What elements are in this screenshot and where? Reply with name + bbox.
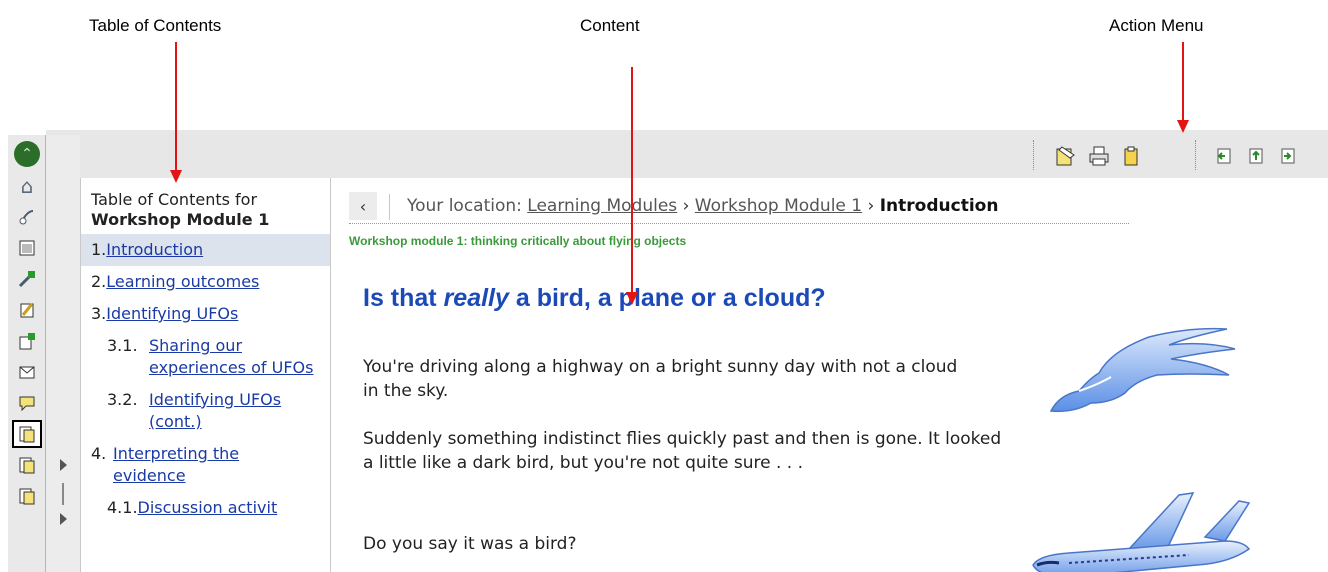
- toc-item-number: 4.1.: [107, 498, 138, 517]
- paragraph-1: You're driving along a highway on a brig…: [363, 357, 958, 401]
- heading-part: Is that: [363, 284, 444, 312]
- toc-item-number: 3.: [91, 304, 107, 323]
- breadcrumb-prefix: Your location:: [407, 196, 522, 216]
- toc-item-link[interactable]: Identifying UFOs: [106, 304, 238, 323]
- add-page-icon[interactable]: [12, 327, 42, 355]
- module-subtitle: Workshop module 1: thinking critically a…: [349, 234, 687, 248]
- toc-item-identifying-ufos-cont[interactable]: 3.2. Identifying UFOs (cont.): [81, 384, 330, 438]
- breadcrumb-learning-modules[interactable]: Learning Modules: [527, 196, 677, 216]
- toc-item-link[interactable]: Interpreting the evidence: [113, 443, 303, 487]
- breadcrumb-chevron-icon: ›: [867, 196, 875, 216]
- toc-item-link[interactable]: Introduction: [106, 240, 203, 259]
- toc-header-line1: Table of Contents for: [91, 190, 258, 209]
- chat-icon[interactable]: [12, 389, 42, 417]
- next-icon[interactable]: [1275, 143, 1301, 169]
- breadcrumb-workshop-module[interactable]: Workshop Module 1: [695, 196, 862, 216]
- toc-item-identifying-ufos[interactable]: 3.Identifying UFOs: [81, 298, 330, 330]
- expand-arrow-icon[interactable]: [60, 513, 67, 525]
- breadcrumb-current: Introduction: [879, 196, 999, 216]
- paragraph-3: Do you say it was a bird?: [363, 534, 577, 554]
- plane-illustration: [1032, 492, 1251, 572]
- toc-item-introduction[interactable]: 1.Introduction: [81, 234, 330, 266]
- action-menu-bar: [46, 130, 1328, 178]
- toc-item-number: 2.: [91, 272, 107, 291]
- heading-part: a bird, a plane or a cloud?: [508, 284, 826, 312]
- toc-item-sharing-experiences[interactable]: 3.1. Sharing our experiences of UFOs: [81, 330, 330, 384]
- satellite-icon[interactable]: [12, 203, 42, 231]
- notes-icon[interactable]: [1118, 143, 1144, 169]
- previous-icon[interactable]: [1211, 143, 1237, 169]
- toc-item-link[interactable]: Learning outcomes: [106, 272, 259, 291]
- toc-item-link[interactable]: Sharing our experiences of UFOs: [149, 335, 319, 379]
- heading-emphasis: really: [443, 284, 509, 312]
- home-icon[interactable]: ⌂: [12, 172, 42, 200]
- expand-arrow-icon[interactable]: [60, 459, 67, 471]
- edit-page-icon[interactable]: [1052, 143, 1078, 169]
- bird-illustration: [1049, 327, 1236, 413]
- up-icon[interactable]: [1243, 143, 1269, 169]
- toc-header: Table of Contents for Workshop Module 1: [81, 178, 330, 234]
- action-separator: [1195, 140, 1196, 170]
- table-of-contents: Table of Contents for Workshop Module 1 …: [80, 178, 330, 572]
- new-tool-icon[interactable]: [12, 265, 42, 293]
- content-panel: ‹ Your location: Learning Modules › Work…: [330, 178, 1328, 572]
- back-button[interactable]: ‹: [349, 192, 377, 220]
- breadcrumb-separator-line: [389, 194, 390, 220]
- page-heading: Is that really a bird, a plane or a clou…: [363, 284, 826, 313]
- more-pages-icon[interactable]: [12, 482, 42, 510]
- breadcrumb: ‹ Your location: Learning Modules › Work…: [349, 192, 1129, 224]
- toc-item-learning-outcomes[interactable]: 2.Learning outcomes: [81, 266, 330, 298]
- edit-icon[interactable]: [12, 296, 42, 324]
- collapse-icon[interactable]: ⌃: [14, 141, 40, 167]
- toc-item-number: 3.2.: [107, 390, 138, 409]
- chevron-left-icon: ‹: [359, 196, 367, 216]
- panel-splitter[interactable]: [46, 135, 80, 572]
- splitter-grip[interactable]: [62, 483, 64, 505]
- calendar-icon[interactable]: [12, 234, 42, 262]
- tool-icon-strip: ⌃ ⌂: [8, 135, 46, 572]
- toc-item-discussion-activity[interactable]: 4.1.Discussion activit: [81, 492, 330, 524]
- action-separator: [1033, 140, 1034, 170]
- toc-item-link[interactable]: Identifying UFOs (cont.): [149, 389, 319, 433]
- print-icon[interactable]: [1086, 143, 1112, 169]
- toc-item-link[interactable]: Discussion activit: [138, 498, 278, 517]
- mail-icon[interactable]: [12, 358, 42, 386]
- toc-module-title: Workshop Module 1: [91, 210, 270, 229]
- annotation-toc-label: Table of Contents: [89, 16, 222, 35]
- annotation-action-menu-label: Action Menu: [1109, 16, 1204, 35]
- toc-item-number: 4.: [91, 444, 107, 463]
- pages-icon[interactable]: [12, 451, 42, 479]
- breadcrumb-chevron-icon: ›: [682, 196, 690, 216]
- toc-item-number: 3.1.: [107, 336, 138, 355]
- breadcrumb-text: Your location: Learning Modules › Worksh…: [407, 196, 998, 216]
- toc-item-interpreting-evidence[interactable]: 4. Interpreting the evidence: [81, 438, 330, 492]
- annotation-content-label: Content: [580, 16, 640, 35]
- toc-item-number: 1.: [91, 240, 107, 259]
- content-icon[interactable]: [12, 420, 42, 448]
- paragraph-2: Suddenly something indistinct flies quic…: [363, 429, 1002, 473]
- arrow-to-action-menu: [1177, 42, 1189, 133]
